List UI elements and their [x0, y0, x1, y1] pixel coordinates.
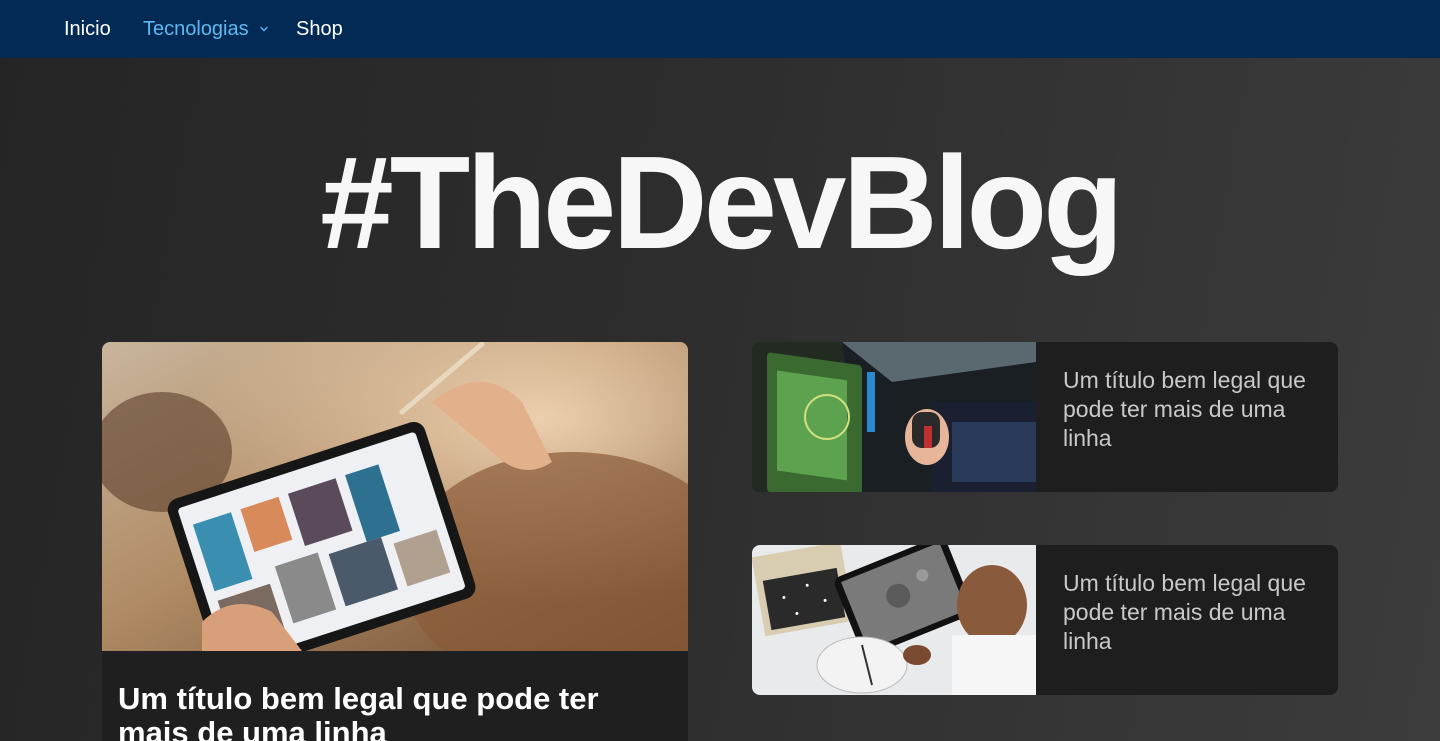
side-post-title: Um título bem legal que pode ter mais de…: [1063, 367, 1306, 451]
nav-item-tecnologias[interactable]: Tecnologias: [143, 0, 269, 58]
chevron-down-icon: [259, 26, 268, 32]
nav-item-shop[interactable]: Shop: [296, 0, 343, 58]
top-navbar: Inicio Tecnologias Shop: [0, 0, 1440, 58]
nav-item-label: Shop: [296, 17, 343, 40]
tablet-photo-image: [102, 342, 688, 651]
stars-map-tablet-image: [752, 545, 1036, 695]
nav-item-label: Inicio: [64, 17, 111, 40]
featured-post-title: Um título bem legal que pode ter mais de…: [118, 681, 599, 741]
side-post-card[interactable]: Um título bem legal que pode ter mais de…: [752, 342, 1338, 492]
blog-title: #TheDevBlog: [320, 129, 1124, 276]
side-post-card[interactable]: Um título bem legal que pode ter mais de…: [752, 545, 1338, 695]
featured-post-card[interactable]: Um título bem legal que pode ter mais de…: [102, 342, 688, 741]
nav-item-inicio[interactable]: Inicio: [64, 0, 111, 58]
nav-item-label: Tecnologias: [143, 17, 249, 40]
side-post-title: Um título bem legal que pode ter mais de…: [1063, 570, 1306, 654]
cockpit-joystick-image: [752, 342, 1036, 492]
